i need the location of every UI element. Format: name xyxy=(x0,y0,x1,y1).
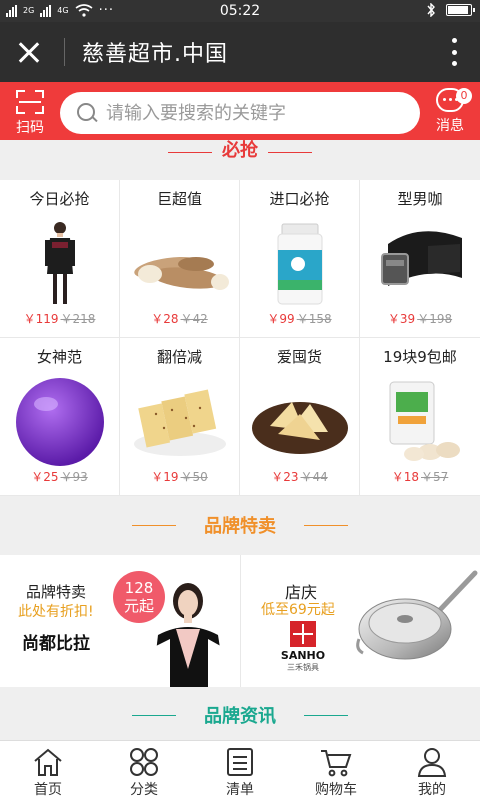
title-line-left xyxy=(132,715,176,716)
nav-category[interactable]: 分类 xyxy=(96,741,192,800)
messages-label: 消息 xyxy=(436,118,464,134)
cart-icon xyxy=(321,750,352,777)
brand-banner-subtitle: 低至69元起 xyxy=(261,602,335,618)
product-name: 型男咖 xyxy=(397,190,443,208)
category-icon xyxy=(130,748,158,776)
brand-name: 尚都比拉 xyxy=(22,634,90,654)
woman-dress-image xyxy=(45,222,75,304)
nav-label: 我的 xyxy=(418,782,446,798)
product-name: 进口必抢 xyxy=(269,190,330,208)
nav-label: 清单 xyxy=(226,782,254,798)
scan-icon xyxy=(16,90,44,114)
brand-banner-sanho[interactable]: 店庆 低至69元起 SANHO 三禾锅具 xyxy=(240,555,480,687)
close-icon[interactable] xyxy=(14,37,44,67)
product-name: 巨超值 xyxy=(156,190,202,208)
brand-banner-subtitle: 此处有折扣! xyxy=(18,604,94,620)
nav-label: 首页 xyxy=(34,782,62,798)
title-line-left xyxy=(132,525,176,526)
product-card[interactable]: 巨超值 ￥28 ￥42 xyxy=(120,180,240,338)
product-name: 19块9包邮 xyxy=(383,348,457,366)
wok-pan-image xyxy=(356,570,478,660)
title-line-right xyxy=(304,525,348,526)
page-title: 慈善超市.中国 xyxy=(82,42,228,67)
product-price: ￥39 ￥198 xyxy=(387,312,453,326)
product-price: ￥25 ￥93 xyxy=(31,470,88,484)
nav-label: 购物车 xyxy=(315,782,357,798)
nav-profile[interactable]: 我的 xyxy=(384,741,480,800)
product-card[interactable]: 爱囤货 ￥23 ￥44 xyxy=(240,338,360,496)
product-name: 爱囤货 xyxy=(276,348,322,366)
product-name: 女神范 xyxy=(36,348,82,366)
supplement-bottle-image xyxy=(277,223,323,305)
product-card[interactable]: 进口必抢 ￥99 ￥158 xyxy=(240,180,360,338)
battery-icon xyxy=(446,4,475,16)
clock: 05:22 xyxy=(219,3,261,19)
yam-image xyxy=(134,257,229,290)
list-icon xyxy=(227,748,253,776)
product-card[interactable]: 19块9包邮 ￥18 ￥57 xyxy=(360,338,480,496)
product-grid: 今日必抢 ￥119 ￥218 巨超值 ￥28 ￥42 进口必抢 ￥99 ￥158… xyxy=(0,180,480,496)
nav-label: 分类 xyxy=(130,782,158,798)
search-icon xyxy=(76,102,98,124)
more-menu-icon[interactable] xyxy=(450,38,458,66)
section-title-brand-news: 品牌资讯 xyxy=(0,702,480,728)
product-price: ￥28 ￥42 xyxy=(151,312,208,326)
section-title-flash: 必抢 xyxy=(0,140,480,170)
profile-icon xyxy=(417,748,447,777)
product-card[interactable]: 翻倍减 ￥19 ￥50 xyxy=(120,338,240,496)
product-price: ￥119 ￥218 xyxy=(23,312,96,326)
product-name: 翻倍减 xyxy=(156,348,202,366)
brand-banner-shangdu[interactable]: 品牌特卖 此处有折扣! 尚都比拉 128 元起 xyxy=(0,555,240,687)
product-name: 今日必抢 xyxy=(29,190,90,208)
title-divider xyxy=(64,38,65,66)
product-card[interactable]: 今日必抢 ￥119 ￥218 xyxy=(0,180,120,338)
search-input[interactable] xyxy=(106,102,396,124)
message-badge: 0 xyxy=(456,88,472,104)
title-line-right xyxy=(304,715,348,716)
title-line-left xyxy=(168,152,212,153)
product-price: ￥18 ￥57 xyxy=(391,470,449,484)
bottom-navigation: 首页 分类 清单 购物车 我的 xyxy=(0,740,480,800)
belt-image xyxy=(381,231,462,286)
scan-label: 扫码 xyxy=(16,120,44,136)
search-header: 扫码 0 消息 xyxy=(0,82,480,144)
nav-cart[interactable]: 购物车 xyxy=(288,741,384,800)
title-bar: 慈善超市.中国 xyxy=(0,22,480,82)
sanho-logo: SANHO 三禾锅具 xyxy=(271,621,335,673)
nav-list[interactable]: 清单 xyxy=(192,741,288,800)
flour-bag-image xyxy=(389,381,460,461)
dried-tofu-image xyxy=(252,402,348,454)
product-card[interactable]: 女神范 ￥25 ￥93 xyxy=(0,338,120,496)
product-price: ￥23 ￥44 xyxy=(271,470,328,484)
yoga-ball-image xyxy=(16,378,104,466)
model-woman-image xyxy=(148,583,228,687)
messages-button[interactable]: 0 消息 xyxy=(428,88,472,135)
scan-button[interactable]: 扫码 xyxy=(10,90,50,137)
bluetooth-icon xyxy=(427,3,435,17)
section-title-text: 品牌特卖 xyxy=(204,516,276,537)
product-price: ￥19 ￥50 xyxy=(151,470,208,484)
section-title-brand-sale: 品牌特卖 xyxy=(0,512,480,538)
brand-banners: 品牌特卖 此处有折扣! 尚都比拉 128 元起 店庆 低至69元起 SANHO … xyxy=(0,555,480,687)
nav-home[interactable]: 首页 xyxy=(0,741,96,800)
status-bar: 2G 4G ··· 05:22 xyxy=(0,0,480,22)
product-price: ￥99 ￥158 xyxy=(267,312,332,326)
section-title-text: 必抢 xyxy=(222,140,258,161)
sanho-logo-icon xyxy=(290,621,316,647)
home-icon xyxy=(34,748,62,776)
section-title-text: 品牌资讯 xyxy=(204,706,276,727)
search-box[interactable] xyxy=(60,92,420,134)
brand-banner-title: 品牌特卖 xyxy=(26,583,87,601)
crackers-image xyxy=(134,389,226,456)
product-card[interactable]: 型男咖 ￥39 ￥198 xyxy=(360,180,480,338)
title-line-right xyxy=(268,152,312,153)
